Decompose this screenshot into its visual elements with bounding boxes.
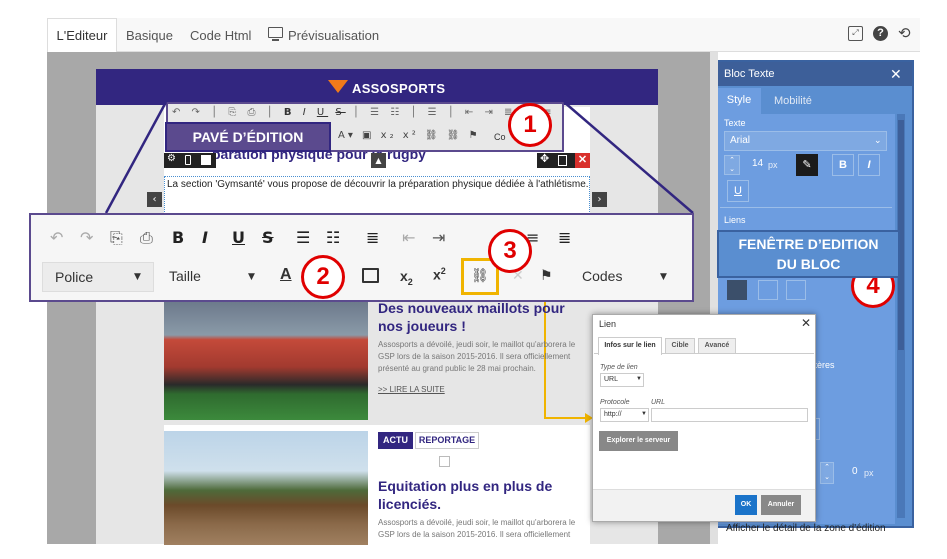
panel-bold-button[interactable]: B [832, 154, 854, 176]
panel-px-value[interactable]: 0 [852, 466, 858, 477]
dialog-browse-button[interactable]: Explorer le serveur [599, 431, 678, 451]
italic-icon[interactable]: I [202, 228, 232, 247]
article1-text: Assosports a dévoilé, jeudi soir, le mai… [378, 340, 576, 373]
panel-size-unit: px [768, 160, 778, 170]
article2-tag-actu: ACTU [378, 432, 413, 449]
panel-font-select[interactable]: Arial [724, 131, 887, 151]
article1-title[interactable]: Des nouveaux maillots pour nos joueurs ! [378, 299, 588, 335]
indent-icon[interactable]: ⇥ [432, 228, 494, 247]
dialog-cancel-button[interactable]: Annuler [761, 495, 801, 515]
hr-icon[interactable]: ≣ [366, 228, 402, 247]
callout-1: 1 [508, 103, 552, 147]
panel-link-italic-button[interactable] [786, 280, 806, 300]
panel-section-links: Liens [724, 215, 746, 225]
panel-divider [720, 207, 892, 208]
panel-px-unit: px [864, 468, 874, 478]
dialog-url-input[interactable] [651, 408, 808, 422]
article2-tag-reportage: REPORTAGE [415, 432, 479, 449]
bullet-list-icon[interactable]: ☰ [296, 228, 326, 247]
superscript-icon[interactable]: x2 [433, 266, 446, 283]
paste-word-icon[interactable]: ⎙ [140, 228, 172, 248]
dialog-url-label: URL [651, 399, 666, 406]
bold-icon[interactable]: B [172, 228, 202, 247]
panel-tab-mobile[interactable]: Mobilité [774, 95, 812, 107]
article2-text: Assosports a dévoilé, jeudi soir, le mai… [378, 518, 576, 539]
dialog-type-label: Type de lien [600, 364, 638, 371]
link-icon[interactable]: ⛓ [471, 268, 489, 284]
image-icon[interactable] [362, 268, 379, 283]
callout-fenetre-line2: DU BLOC [776, 256, 841, 272]
dialog-tab-target[interactable]: Cible [665, 338, 695, 354]
panel-link-bold-button[interactable] [758, 280, 778, 300]
paste-text-icon[interactable]: ⎘ [110, 228, 140, 248]
dialog-proto-caret-icon: ▼ [641, 411, 647, 417]
dialog-type-caret-icon: ▼ [636, 376, 642, 382]
dialog-tab-advanced[interactable]: Avancé [698, 338, 736, 354]
callout-2: 2 [301, 255, 345, 299]
panel-title: Bloc Texte [724, 68, 775, 80]
text-color-button[interactable]: A [280, 266, 292, 284]
panel-underline-button[interactable]: U [727, 180, 749, 202]
dialog-ok-button[interactable]: OK [735, 495, 757, 515]
codes-caret-icon: ▼ [660, 272, 667, 282]
redo-icon[interactable]: ↷ [80, 228, 110, 247]
article1-image [164, 302, 368, 420]
article2-image [164, 431, 368, 545]
panel-px-stepper[interactable]: ⌃ ⌄ [820, 462, 834, 484]
undo-icon[interactable]: ↶ [50, 228, 80, 247]
outdent-icon[interactable]: ⇤ [402, 228, 432, 247]
number-list-icon[interactable]: ☷ [326, 228, 366, 247]
panel-link-color-button[interactable] [727, 280, 747, 300]
article1-more-link[interactable]: >> LIRE LA SUITE [378, 385, 445, 394]
size-select-caret-icon: ▼ [248, 272, 255, 282]
underline-icon[interactable]: U [232, 228, 262, 247]
drag-handle-icon[interactable] [439, 456, 450, 467]
panel-size-stepper[interactable]: ⌃ ⌄ [724, 155, 740, 175]
panel-italic-button[interactable]: I [858, 154, 880, 176]
panel-close-icon[interactable]: ✕ [890, 66, 902, 83]
dialog-title: Lien [599, 319, 617, 329]
dialog-tab-info[interactable]: Infos sur le lien [598, 337, 662, 355]
panel-color-button[interactable]: ✎ [796, 154, 818, 176]
panel-section-text: Texte [724, 118, 746, 128]
callout-pave-label: PAVÉ D’ÉDITION [165, 122, 331, 152]
dialog-close-icon[interactable]: ✕ [801, 316, 811, 330]
callout-fenetre-line1: FENÊTRE D’EDITION [738, 236, 879, 252]
callout-3: 3 [488, 229, 532, 273]
panel-font-chevron: ⌄ [874, 135, 882, 145]
panel-footer-text: Afficher le détail de la zone d'édition [726, 523, 886, 534]
dialog-proto-label: Protocole [600, 399, 630, 406]
font-select-caret-icon: ▼ [134, 272, 141, 282]
subscript-icon[interactable]: x2 [400, 268, 413, 287]
strike-icon[interactable]: S [262, 228, 296, 247]
panel-tab-style[interactable]: Style [717, 88, 761, 114]
screen: L'Editeur Basique Code Html Prévisualisa… [0, 0, 947, 559]
justify-icon[interactable]: ≣ [558, 228, 588, 247]
panel-size-value[interactable]: 14 [752, 158, 763, 169]
callout-fenetre-label: FENÊTRE D’EDITION DU BLOC [717, 230, 900, 278]
anchor-flag-icon[interactable]: ⚑ [540, 268, 553, 284]
article2-title[interactable]: Equitation plus en plus de licenciés. [378, 477, 588, 513]
